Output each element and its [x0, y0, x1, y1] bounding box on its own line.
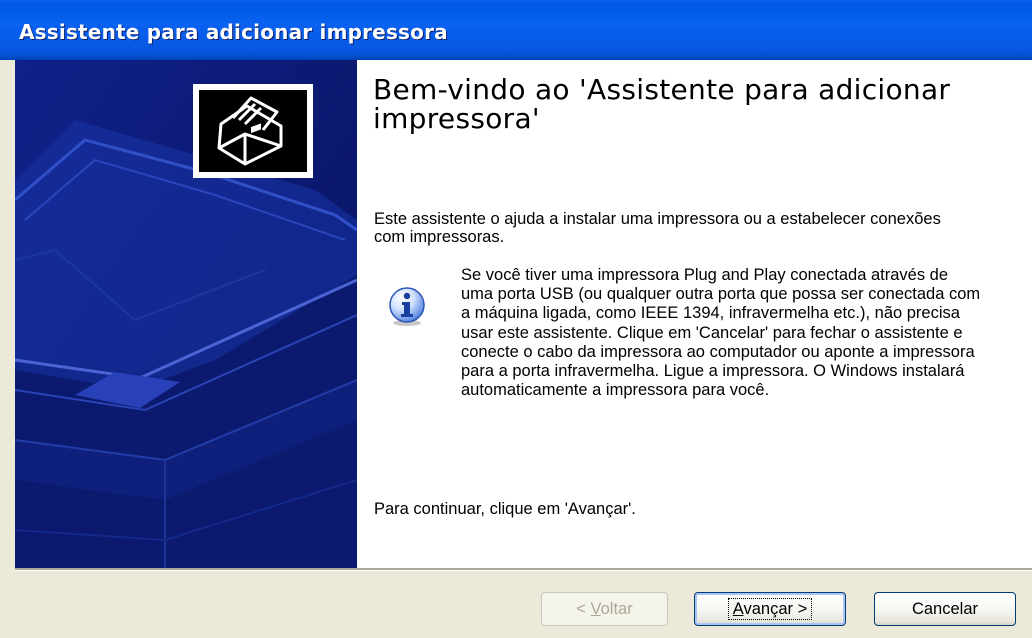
- printer-icon: [193, 84, 313, 178]
- next-button[interactable]: Avançar >: [694, 592, 846, 626]
- next-button-focus: Avançar >: [727, 598, 813, 620]
- next-button-accel: A: [732, 600, 744, 618]
- wizard-side-banner: [15, 60, 357, 568]
- cancel-button[interactable]: Cancelar: [874, 592, 1016, 626]
- wizard-window: Assistente para adicionar impressora Bem…: [0, 0, 1032, 638]
- page-title: Bem-vindo ao 'Assistente para adicionar …: [373, 73, 951, 135]
- next-button-label: vançar >: [743, 600, 808, 618]
- back-button-label: oltar: [600, 600, 633, 618]
- footer-separator: [15, 568, 1032, 571]
- title-bar[interactable]: Assistente para adicionar impressora: [0, 0, 1032, 60]
- wizard-body: Bem-vindo ao 'Assistente para adicionar …: [357, 60, 1032, 568]
- wizard-content: Bem-vindo ao 'Assistente para adicionar …: [15, 60, 1032, 568]
- info-icon: [388, 287, 426, 327]
- back-button-prefix: <: [576, 600, 591, 618]
- back-button-accel: V: [590, 600, 601, 618]
- back-button[interactable]: < Voltar: [541, 592, 668, 626]
- window-title: Assistente para adicionar impressora: [19, 20, 448, 44]
- continue-instruction: Para continuar, clique em 'Avançar'.: [374, 500, 636, 518]
- intro-text: Este assistente o ajuda a instalar uma i…: [374, 210, 941, 246]
- plug-and-play-info-text: Se você tiver uma impressora Plug and Pl…: [461, 266, 981, 400]
